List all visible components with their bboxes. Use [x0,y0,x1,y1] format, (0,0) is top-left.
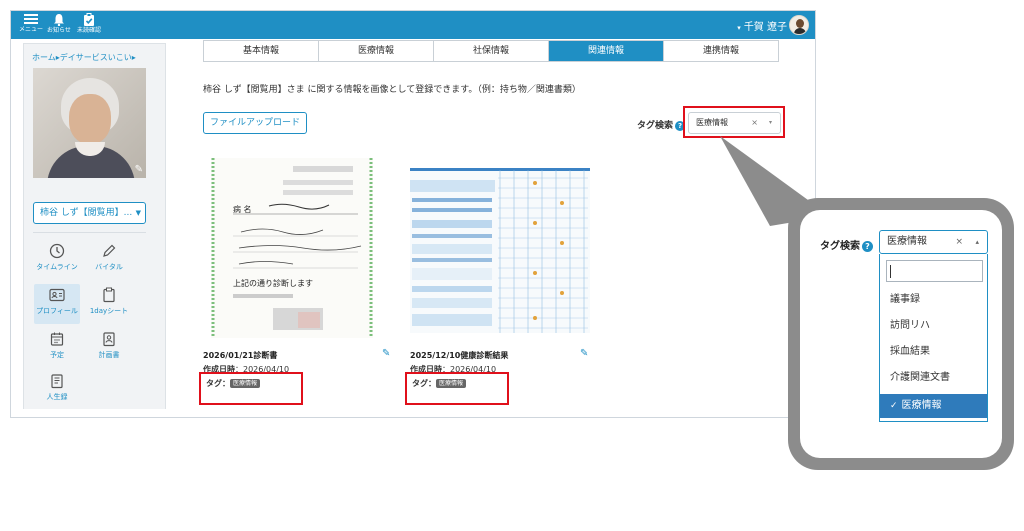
menu-button[interactable]: メニュー [17,13,45,37]
user-name: 千賀 遼子 [743,22,787,33]
nav-profile[interactable]: プロフィール [34,284,80,324]
tab-related-info[interactable]: 関連情報 [549,41,664,61]
calendar-icon [50,332,64,346]
chevron-down-icon: ▾ [737,24,741,32]
patient-select[interactable]: 柿谷 しず【閲覧用】... ▼ [33,202,146,224]
tab-basic-info[interactable]: 基本情報 [204,41,319,61]
nav-timeline[interactable]: タイムライン [34,240,80,280]
notebook-icon [51,374,63,389]
user-menu[interactable]: ▾ 千賀 遼子 [737,18,787,33]
highlight-box [405,372,509,405]
sidebar: ホーム▸デイサービスいこい▸ ✎ 柿谷 しず【閲覧用】... ▼ タイムライン … [23,43,166,409]
document-thumbnail[interactable] [410,158,590,338]
diagnosis-document-image: 病 名 上記の通り診断します [211,158,373,338]
svg-text:上記の通り診断します: 上記の通り診断します [233,278,313,288]
dropdown-option[interactable]: 訪問リハ [880,314,987,338]
dropdown-option[interactable]: 採血結果 [880,340,987,364]
clear-icon[interactable]: × [955,231,963,253]
nav-care-plan[interactable]: 計画書 [86,328,132,368]
hamburger-icon [24,14,38,24]
help-icon[interactable]: ? [862,240,873,252]
nav-life-record[interactable]: 人生録 [34,370,80,410]
dropdown-option-selected[interactable]: ✓ 医療情報 [880,394,987,418]
id-card-icon [49,288,65,302]
dropdown-option[interactable]: 議事録 [880,288,987,312]
tab-medical-info[interactable]: 医療情報 [319,41,434,61]
unread-label: 未読確認 [76,27,101,34]
avatar[interactable] [789,15,809,35]
clipboard-icon [103,287,115,303]
edit-icon[interactable]: ✎ [382,348,390,359]
svg-text:病 名: 病 名 [233,204,252,214]
chevron-up-icon: ▴ [975,238,979,246]
nav-vital[interactable]: バイタル [86,240,132,280]
dropdown-search-input[interactable] [886,260,983,282]
document-person-icon [103,332,115,347]
page-description: 柿谷 しず【閲覧用】さま に関する情報を画像として登録できます。（例：持ち物／関… [203,85,581,95]
tab-insurance-info[interactable]: 社保情報 [434,41,549,61]
tab-bar: 基本情報 医療情報 社保情報 関連情報 連携情報 [203,40,779,62]
nav-schedule[interactable]: 予定 [34,328,80,368]
top-bar: メニュー お知らせ 未読確認 ▾ 千賀 遼子 [11,11,815,39]
breadcrumb[interactable]: ホーム▸デイサービスいこい▸ [32,52,136,63]
notice-label: お知らせ [47,27,71,34]
health-check-document-image [410,168,590,333]
clipboard-check-icon [84,13,94,26]
file-upload-button[interactable]: ファイルアップロード [203,112,307,134]
chevron-down-icon: ▼ [135,209,141,217]
tag-dropdown-list: 議事録 訪問リハ 採血結果 介護関連文書 ✓ 医療情報 [879,254,988,422]
card-title: 2025/12/10健康診断結果 [410,351,509,360]
callout-selected-value: 医療情報 [887,236,927,247]
check-icon: ✓ [890,401,898,411]
edit-icon[interactable]: ✎ [580,348,588,359]
unread-button[interactable]: 未読確認 [75,13,103,37]
clock-icon [49,243,65,259]
callout-tag-search-label: タグ検索? [820,237,873,252]
divider [33,232,146,233]
nav-1day-sheet[interactable]: 1dayシート [86,284,132,324]
dropdown-option[interactable]: 介護関連文書 [880,366,987,390]
tab-coordination-info[interactable]: 連携情報 [664,41,778,61]
document-thumbnail[interactable]: 病 名 上記の通り診断します [203,158,373,338]
pencil-icon[interactable]: ✎ [135,164,143,175]
tag-search-label: タグ検索? [637,118,686,131]
patient-select-label: 柿谷 しず【閲覧用】... [40,208,133,218]
notice-button[interactable]: お知らせ [45,13,73,37]
card-title: 2026/01/21診断書 [203,351,278,360]
patient-photo: ✎ [33,68,146,178]
highlight-box [683,106,785,138]
bell-icon [54,14,64,26]
pen-icon [103,244,116,257]
menu-label: メニュー [18,26,43,33]
highlight-box [199,372,303,405]
callout-tag-select[interactable]: 医療情報 × ▴ [879,230,988,254]
